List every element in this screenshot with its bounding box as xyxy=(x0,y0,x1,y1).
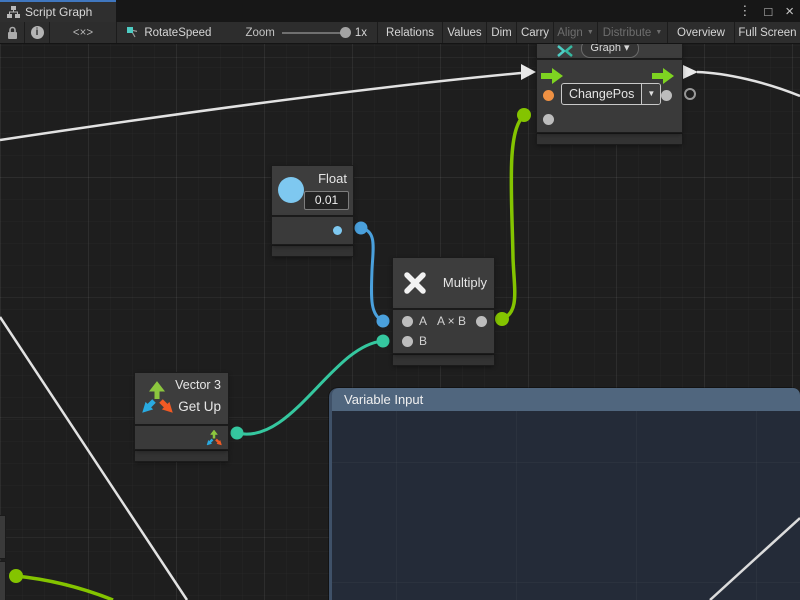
toolbar-button-full-screen[interactable]: Full Screen xyxy=(735,22,800,43)
node-title: Float xyxy=(318,171,347,186)
graph-reference-name[interactable]: RotateSpeed xyxy=(144,27,211,39)
zoom-label: Zoom xyxy=(245,27,274,39)
partial-node[interactable] xyxy=(0,562,5,600)
node-footer xyxy=(537,134,682,144)
distribute-label: Distribute xyxy=(603,27,652,39)
control-output-arrow-icon[interactable] xyxy=(652,68,674,84)
variable-dropdown[interactable]: ChangePos ▼ xyxy=(561,83,661,105)
port-b-input[interactable] xyxy=(402,336,413,347)
node-multiply[interactable]: Multiply A A × B B xyxy=(393,258,494,365)
script-graph-icon xyxy=(7,6,20,18)
info-button[interactable]: i xyxy=(25,22,50,43)
port-out-label: A × B xyxy=(437,314,466,328)
chevron-down-icon: ▼ xyxy=(587,29,594,36)
chevron-down-icon: ▼ xyxy=(655,29,662,36)
node-float[interactable]: Float 0.01 xyxy=(272,166,353,256)
toolbar-button-align[interactable]: Align ▼ xyxy=(554,22,598,43)
tab-script-graph[interactable]: Script Graph xyxy=(0,0,116,22)
port-b-label: B xyxy=(419,334,427,348)
toolbar-button-carry[interactable]: Carry xyxy=(517,22,554,43)
align-label: Align xyxy=(557,27,583,39)
port-gray-input[interactable] xyxy=(543,114,554,125)
variable-dropdown-value: ChangePos xyxy=(562,84,641,104)
unconnected-port-ring[interactable] xyxy=(684,88,696,100)
toolbar-button-distribute[interactable]: Distribute ▼ xyxy=(598,22,668,43)
control-input-arrow-icon[interactable] xyxy=(541,68,563,84)
info-icon: i xyxy=(31,26,44,39)
tab-title: Script Graph xyxy=(25,5,92,19)
chevron-down-icon[interactable]: ▼ xyxy=(641,84,660,104)
node-vector3-get-up[interactable]: Vector 3 Get Up xyxy=(135,373,228,461)
graph-reference-segment: RotateSpeed Zoom 1x xyxy=(117,22,378,43)
toolbar-button-overview[interactable]: Overview xyxy=(668,22,735,43)
code-view-button[interactable]: <×> xyxy=(50,22,117,43)
port-float-output[interactable] xyxy=(333,226,342,235)
maximize-icon[interactable]: □ xyxy=(764,4,772,19)
node-graph-unit[interactable]: Graph ▾ ChangePos ▼ xyxy=(537,30,682,144)
node-footer xyxy=(393,355,494,365)
port-value-output[interactable] xyxy=(661,90,672,101)
port-vector3-output[interactable] xyxy=(206,429,223,447)
node-title: Multiply xyxy=(443,275,487,290)
group-panel-variable-input[interactable]: Variable Input xyxy=(329,388,800,600)
node-footer xyxy=(272,246,353,256)
zoom-slider-knob[interactable] xyxy=(340,27,351,38)
lock-icon xyxy=(7,26,18,39)
zoom-value: 1x xyxy=(355,27,367,39)
float-value-input[interactable]: 0.01 xyxy=(304,191,349,210)
lock-button[interactable] xyxy=(0,22,25,43)
window-chrome: Script Graph ⋮ □ × i <×> xyxy=(0,0,800,22)
vector3-icon xyxy=(141,380,175,416)
toolbar-button-dim[interactable]: Dim xyxy=(487,22,517,43)
toolbar-button-values[interactable]: Values xyxy=(443,22,487,43)
port-a-label: A xyxy=(419,314,427,328)
zoom-slider[interactable] xyxy=(282,32,348,34)
graph-unit-icon xyxy=(557,45,573,57)
port-result-output[interactable] xyxy=(476,316,487,327)
toolbar-button-relations[interactable]: Relations xyxy=(378,22,443,43)
float-icon xyxy=(278,177,304,203)
tab-bar: Script Graph ⋮ □ × xyxy=(0,0,800,22)
port-a-input[interactable] xyxy=(402,316,413,327)
node-title: Get Up xyxy=(178,399,221,414)
script-graph-window: Variable Input Graph ▾ xyxy=(0,0,800,600)
group-panel-title[interactable]: Variable Input xyxy=(332,388,800,411)
port-orange-input[interactable] xyxy=(543,90,554,101)
multiply-icon xyxy=(400,268,430,298)
node-subtitle: Vector 3 xyxy=(175,378,221,392)
node-footer xyxy=(135,451,228,461)
toolbar: i <×> RotateSpeed Zoom 1x Relations Valu… xyxy=(0,22,800,44)
rotate-speed-graph-icon xyxy=(127,27,137,39)
partial-node[interactable] xyxy=(0,516,5,558)
close-icon[interactable]: × xyxy=(785,3,794,20)
window-menu-icon[interactable]: ⋮ xyxy=(738,3,751,19)
